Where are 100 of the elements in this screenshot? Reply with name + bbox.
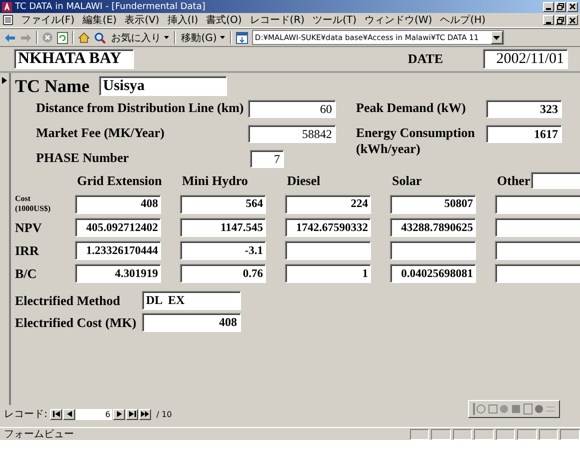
record-selector[interactable] <box>0 73 11 405</box>
status-text: フォームビュー <box>4 428 75 440</box>
record-number-field[interactable]: 6 <box>76 408 112 420</box>
date-field[interactable]: 2002/11/01 <box>483 49 568 69</box>
column-header: Mini Hydro <box>182 172 248 188</box>
input-field[interactable] <box>390 241 476 260</box>
field-label: Energy Consumption (kWh/year) <box>356 125 476 157</box>
column-header: Solar <box>392 172 422 188</box>
input-field[interactable] <box>495 194 580 214</box>
status-panel <box>410 428 430 440</box>
favorites-button[interactable]: お気に入り <box>110 30 170 44</box>
input-field[interactable] <box>531 172 580 189</box>
input-field[interactable]: 7 <box>250 150 284 168</box>
field-label: Electrified Method <box>15 292 122 308</box>
close-button[interactable] <box>567 2 578 12</box>
record-count: / 10 <box>156 410 172 418</box>
menu-item[interactable]: ヘルプ(H) <box>440 13 486 27</box>
previous-record-button[interactable] <box>63 408 76 420</box>
window-icon[interactable] <box>236 32 248 44</box>
menu-item[interactable]: レコード(R) <box>250 13 305 27</box>
input-field[interactable] <box>495 264 580 283</box>
input-field[interactable] <box>495 218 580 237</box>
new-record-button[interactable] <box>139 408 152 420</box>
column-header: Other <box>497 172 530 188</box>
menu-item[interactable]: 挿入(I) <box>167 13 198 27</box>
caret-icon <box>220 36 225 40</box>
field-label: Market Fee (MK/Year) <box>36 125 166 141</box>
status-panel <box>431 428 451 440</box>
input-field[interactable]: 0.76 <box>180 264 266 283</box>
input-field[interactable]: 224 <box>285 194 371 214</box>
input-field[interactable]: 60 <box>248 100 336 118</box>
form-icon[interactable] <box>3 15 13 25</box>
home-icon[interactable] <box>78 32 90 43</box>
go-button[interactable]: 移動(G) <box>180 30 226 44</box>
next-record-button[interactable] <box>113 408 126 420</box>
name-field[interactable]: Usisya <box>99 76 227 96</box>
last-record-button[interactable] <box>126 408 138 420</box>
close-icon <box>569 16 576 24</box>
field-label: Distance from Distribution Line (km) <box>36 100 245 116</box>
minimize-button[interactable] <box>543 2 554 12</box>
right-triangle-icon <box>116 411 122 417</box>
input-field[interactable]: 4.301919 <box>75 264 161 283</box>
input-field[interactable]: 0.04025698081 <box>390 264 476 283</box>
input-field[interactable] <box>495 241 580 260</box>
input-field[interactable]: 1 <box>285 264 371 283</box>
input-field[interactable]: 564 <box>180 194 266 214</box>
row-label: NPV <box>15 220 43 236</box>
close-icon <box>569 3 576 10</box>
input-field[interactable]: -3.1 <box>180 241 266 260</box>
status-panel <box>452 428 472 440</box>
search-icon[interactable] <box>94 32 106 44</box>
ime-toolbar[interactable] <box>468 400 560 418</box>
last-icon <box>128 411 136 417</box>
menu-item[interactable]: ウィンドウ(W) <box>364 13 432 27</box>
restore-button[interactable] <box>555 15 566 25</box>
input-field[interactable]: 1742.67590332 <box>285 218 371 237</box>
input-field[interactable] <box>285 241 371 260</box>
first-record-button[interactable] <box>50 408 62 420</box>
input-field[interactable]: 408 <box>75 194 161 214</box>
input-field[interactable]: 1617 <box>486 125 562 143</box>
input-field[interactable]: 58842 <box>248 125 336 143</box>
close-button[interactable] <box>567 15 578 25</box>
date-label: DATE <box>408 51 443 67</box>
column-header: Grid Extension <box>77 172 162 188</box>
app-icon <box>2 2 12 12</box>
row-pointer-icon <box>2 77 7 84</box>
menu-item[interactable]: 書式(O) <box>206 13 242 27</box>
window-title: TC DATA in MALAWI - [Fundermental Data] <box>15 2 206 12</box>
menu-item[interactable]: ツール(T) <box>312 13 356 27</box>
input-field[interactable]: 43288.7890625 <box>390 218 476 237</box>
status-panel <box>560 428 580 440</box>
input-field[interactable]: 1147.545 <box>180 218 266 237</box>
caret-icon <box>164 36 170 40</box>
left-triangle-icon <box>66 411 72 417</box>
record-label: レコード: <box>4 408 48 421</box>
restore-button[interactable] <box>555 2 566 12</box>
status-panel <box>474 428 494 440</box>
input-field[interactable]: 323 <box>486 100 562 118</box>
field-label: PHASE Number <box>36 150 130 166</box>
input-field[interactable]: 405.092712402 <box>75 218 161 237</box>
refresh-icon[interactable] <box>57 32 68 44</box>
menu-item[interactable]: 表示(V) <box>124 13 160 27</box>
field-label: Peak Demand (kW) <box>356 100 467 116</box>
field-label: Electrified Cost (MK) <box>15 314 138 330</box>
caret-icon <box>493 36 500 40</box>
input-field[interactable]: 1.23326170444 <box>75 241 161 260</box>
name-label: TC Name <box>15 76 90 96</box>
minimize-button[interactable] <box>543 15 554 25</box>
double-triangle-icon <box>140 411 150 417</box>
input-field[interactable]: 50807 <box>390 194 476 214</box>
row-label: Cost (1000US$) <box>15 194 52 214</box>
input-field[interactable]: 408 <box>142 313 241 332</box>
menu-item[interactable]: 編集(E) <box>82 13 117 27</box>
input-field[interactable]: DL EX <box>142 291 241 310</box>
row-label: B/C <box>15 266 38 282</box>
stop-icon[interactable] <box>42 32 53 43</box>
site-field[interactable]: NKHATA BAY <box>14 49 134 69</box>
back-arrow-icon[interactable] <box>4 32 16 42</box>
menu-item[interactable]: ファイル(F) <box>21 13 75 27</box>
status-panel <box>538 428 558 440</box>
